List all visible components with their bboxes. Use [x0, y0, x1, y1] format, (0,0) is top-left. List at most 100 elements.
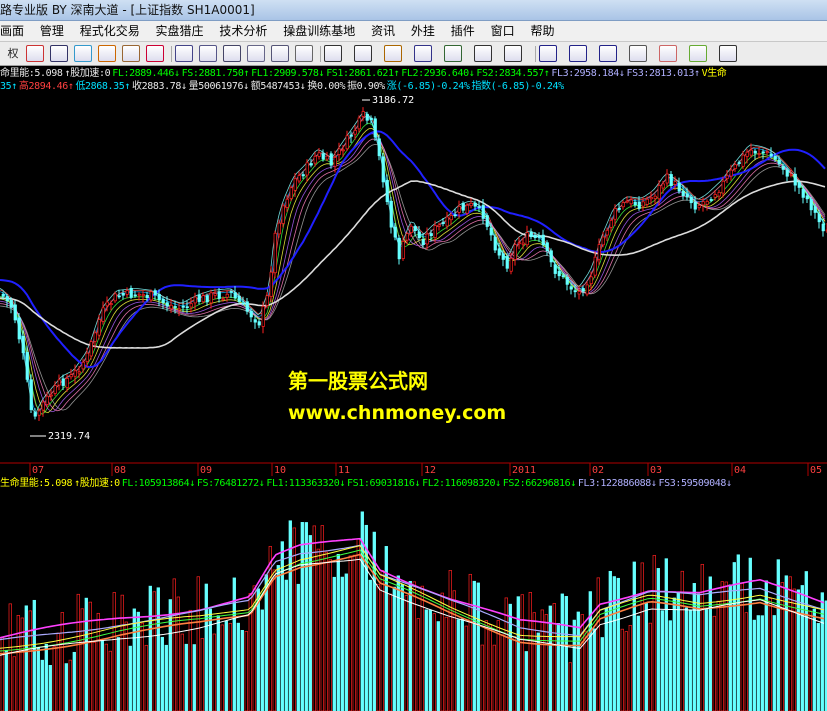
text-icon[interactable]	[599, 45, 617, 62]
compare-icon[interactable]	[50, 45, 68, 62]
chart-icon[interactable]	[26, 45, 44, 62]
monitor-icon[interactable]	[295, 45, 313, 62]
candle-body	[349, 134, 353, 137]
candle-body	[173, 306, 177, 308]
volume-bar	[212, 633, 216, 711]
candle-body	[169, 304, 173, 310]
line-draw-icon[interactable]	[354, 45, 372, 62]
fan-icon[interactable]	[444, 45, 462, 62]
parallel-icon[interactable]	[504, 45, 522, 62]
volume-bar	[648, 622, 652, 711]
eraser-icon[interactable]	[659, 45, 677, 62]
candle-body	[445, 216, 449, 227]
palette-icon[interactable]	[689, 45, 707, 62]
volume-bar	[636, 615, 640, 711]
rights-dropdown[interactable]: 权	[2, 45, 24, 62]
fib-icon[interactable]	[384, 45, 402, 62]
volume-chart[interactable]	[0, 491, 827, 711]
grid-lines-icon[interactable]	[414, 45, 432, 62]
candle-body	[561, 275, 565, 278]
candle-body	[589, 276, 593, 284]
volume-bar	[688, 609, 692, 711]
candle-body	[277, 222, 281, 235]
menu-tech-analysis[interactable]: 技术分析	[213, 21, 273, 41]
color-icon[interactable]	[122, 45, 140, 62]
volume-bar	[48, 665, 52, 711]
volume-indicator-value-1: ↑股加速:0	[74, 478, 120, 489]
volume-bar	[368, 579, 372, 711]
menu-window[interactable]: 窗口	[485, 21, 521, 41]
candle-body	[473, 202, 477, 207]
candle-body	[665, 173, 669, 184]
split-icon[interactable]	[271, 45, 289, 62]
volume-bar	[684, 607, 688, 711]
candle-body	[541, 234, 545, 246]
menu-news[interactable]: 资讯	[365, 21, 401, 41]
volume-bar	[12, 656, 16, 711]
candle-body	[781, 166, 785, 170]
menu-training[interactable]: 操盘训练基地	[277, 21, 361, 41]
volume-bar	[756, 615, 760, 711]
volume-bar	[296, 583, 300, 711]
candle-body	[817, 214, 821, 223]
trade-icon[interactable]	[74, 45, 92, 62]
candle-body	[701, 201, 705, 206]
candle-body	[273, 232, 277, 274]
menu-program-trading[interactable]: 程式化交易	[74, 21, 146, 41]
candle-body	[253, 319, 257, 323]
candle-body	[289, 187, 293, 199]
candle-body	[261, 305, 265, 327]
ellipse-icon[interactable]	[569, 45, 587, 62]
menu-screen[interactable]: 画面	[0, 21, 30, 41]
candle-body	[13, 304, 17, 321]
menu-live-hunt[interactable]: 实盘猎庄	[150, 21, 210, 41]
pointer-icon[interactable]	[324, 45, 342, 62]
volume-bar	[60, 612, 64, 711]
volume-bar	[428, 609, 432, 711]
volume-bar	[492, 644, 496, 711]
copy-icon[interactable]	[629, 45, 647, 62]
candle-body	[213, 293, 217, 296]
candle-body	[441, 222, 445, 224]
window-icon[interactable]	[247, 45, 265, 62]
volume-bar	[400, 584, 404, 711]
price-indicator-value-2: FL:2889.446↓	[112, 68, 180, 79]
layout-icon[interactable]	[175, 45, 193, 62]
candle-body	[181, 305, 185, 308]
low-price-label: 2319.74	[48, 431, 90, 442]
candle-body	[117, 295, 121, 298]
grid-icon[interactable]	[199, 45, 217, 62]
volume-bar	[472, 580, 476, 711]
volume-bar	[548, 605, 552, 711]
candle-body	[453, 214, 457, 217]
volume-bar	[716, 600, 720, 711]
menu-plugins-ext[interactable]: 外挂	[405, 21, 441, 41]
volume-bar	[660, 610, 664, 711]
volume-bar	[612, 576, 616, 711]
candle-body	[361, 111, 365, 117]
candle-body	[769, 153, 773, 157]
rect-icon[interactable]	[539, 45, 557, 62]
candle-body	[201, 295, 205, 303]
volume-bar	[520, 594, 524, 711]
table-icon[interactable]	[223, 45, 241, 62]
candle-body	[241, 302, 245, 305]
candle-body	[433, 225, 437, 238]
candle-body	[69, 374, 73, 378]
save-icon[interactable]	[719, 45, 737, 62]
volume-bar	[216, 615, 220, 711]
candle-body	[585, 284, 589, 295]
alert-icon[interactable]	[146, 45, 164, 62]
candle-body	[389, 200, 393, 228]
flag-icon[interactable]	[98, 45, 116, 62]
menu-manage[interactable]: 管理	[34, 21, 70, 41]
menu-addons[interactable]: 插件	[445, 21, 481, 41]
volume-indicator-value-4: FL1:113363320↓	[266, 478, 346, 489]
volume-bar	[812, 608, 816, 711]
channel-icon[interactable]	[474, 45, 492, 62]
candle-body	[1, 294, 5, 297]
volume-bar	[44, 643, 48, 711]
candle-body	[197, 294, 201, 302]
menu-help[interactable]: 帮助	[524, 21, 560, 41]
volume-bar	[404, 595, 408, 711]
